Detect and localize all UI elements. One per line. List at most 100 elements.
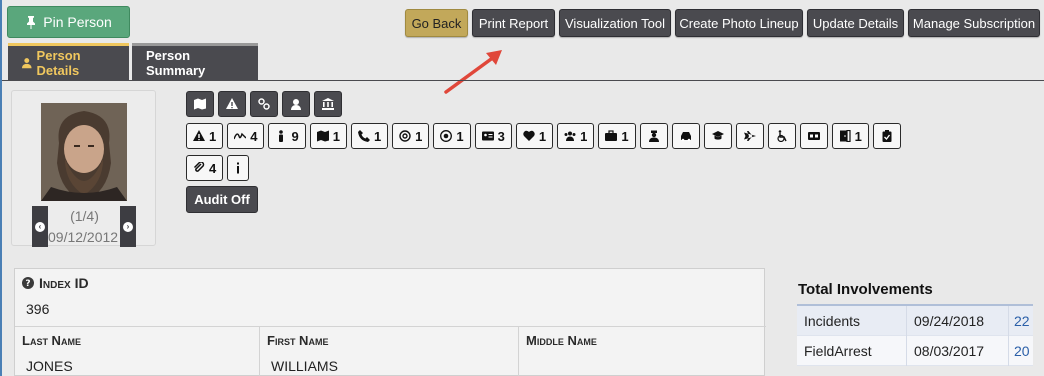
- pin-person-label: Pin Person: [43, 14, 112, 30]
- target-button[interactable]: 1: [433, 123, 471, 149]
- wheelchair-button[interactable]: [767, 123, 796, 149]
- tab-person-summary[interactable]: Person Summary: [132, 43, 258, 80]
- person-photo-image: [41, 103, 127, 201]
- icon-bar-main: 1 4 9 1 1 1 1 3 1 1 1 1: [186, 123, 901, 149]
- car-button[interactable]: [671, 123, 700, 149]
- icon-count: 9: [291, 128, 299, 144]
- phone-button[interactable]: 1: [350, 123, 389, 149]
- annotation-arrow: [444, 50, 502, 94]
- left-frame-border: [0, 0, 2, 376]
- group-icon: [564, 131, 576, 141]
- icon-count: 1: [854, 128, 862, 144]
- wheelchair-icon: [776, 130, 787, 142]
- tab-person-summary-label: Person Summary: [146, 48, 206, 78]
- link-icon: [258, 98, 270, 110]
- icon-count: 1: [580, 128, 588, 144]
- user-icon: [22, 58, 32, 69]
- briefcase-button[interactable]: 1: [598, 123, 636, 149]
- update-details-button[interactable]: Update Details: [807, 9, 904, 37]
- icon-count: 1: [373, 128, 382, 144]
- id-card-icon: [481, 131, 494, 141]
- index-id-value: 396: [26, 301, 50, 317]
- paperclip-icon: [193, 162, 205, 172]
- involvements-table: Incidents 09/24/2018 22 FieldArrest 08/0…: [797, 304, 1033, 366]
- table-row[interactable]: Incidents 09/24/2018 22: [797, 305, 1033, 336]
- link-button[interactable]: [250, 91, 278, 117]
- language-button[interactable]: [799, 123, 828, 149]
- heart-icon: [523, 130, 535, 141]
- language-icon: [807, 132, 820, 140]
- photo-date: 09/12/2012: [48, 229, 119, 245]
- signature-button[interactable]: 4: [227, 123, 265, 149]
- middle-name-label: Middle Name: [526, 333, 597, 348]
- involvement-count-link[interactable]: 22: [1009, 313, 1033, 329]
- icon-count: 1: [209, 128, 217, 144]
- door-button[interactable]: 1: [831, 123, 869, 149]
- bank-button[interactable]: [314, 91, 342, 117]
- first-name-value: WILLIAMS: [271, 358, 338, 374]
- id-card-button[interactable]: 3: [474, 123, 512, 149]
- icon-count: 3: [497, 128, 505, 144]
- plane-icon: [743, 131, 756, 141]
- svg-text:?: ?: [25, 279, 30, 289]
- at-button[interactable]: 1: [392, 123, 430, 149]
- photo-card: ‹ › (1/4) 09/12/2012: [11, 90, 156, 247]
- visualization-tool-button[interactable]: Visualization Tool: [559, 9, 671, 37]
- tab-underline: [2, 80, 1044, 81]
- tab-person-details[interactable]: Person Details: [8, 43, 129, 80]
- graduation-cap-icon: [711, 131, 724, 140]
- icon-count: 1: [621, 128, 629, 144]
- print-report-button[interactable]: Print Report: [472, 9, 555, 37]
- info-icon: [237, 162, 240, 174]
- index-id-label: ? Index ID: [22, 275, 89, 291]
- attachments-button[interactable]: 4: [186, 155, 224, 181]
- icon-bar-bottom: 4: [186, 155, 250, 181]
- graduation-cap-button[interactable]: [703, 123, 732, 149]
- go-back-button[interactable]: Go Back: [405, 9, 468, 37]
- last-name-label: Last Name: [22, 333, 81, 348]
- car-icon: [680, 132, 691, 142]
- person-details-panel: ? Index ID 396 Last Name JONES First Nam…: [14, 268, 766, 376]
- icon-count: 1: [415, 128, 423, 144]
- first-name-label: First Name: [267, 333, 329, 348]
- table-row[interactable]: FieldArrest 08/03/2017 20: [797, 335, 1033, 366]
- involvement-count-link[interactable]: 20: [1009, 343, 1033, 359]
- officer-button[interactable]: [639, 123, 668, 149]
- bank-icon: [322, 98, 334, 110]
- pin-person-button[interactable]: Pin Person: [7, 6, 130, 38]
- audit-toggle-button[interactable]: Audit Off: [186, 186, 258, 213]
- name-row: Last Name JONES First Name WILLIAMS Midd…: [15, 326, 766, 376]
- user-secret-button[interactable]: [282, 91, 310, 117]
- middle-name-field: Middle Name: [519, 327, 766, 376]
- involvement-date: 09/24/2018: [907, 305, 1009, 336]
- attachments-count: 4: [209, 160, 217, 176]
- manage-subscription-button[interactable]: Manage Subscription: [908, 9, 1040, 37]
- total-involvements-title: Total Involvements: [798, 281, 933, 298]
- plane-button[interactable]: [735, 123, 764, 149]
- tab-bar: Person Details Person Summary: [8, 43, 258, 80]
- icon-count: 1: [456, 128, 464, 144]
- warning-icon: [193, 130, 205, 141]
- warning-icon: [226, 98, 238, 109]
- officer-icon: [648, 130, 659, 142]
- map-icon: [316, 130, 329, 142]
- group-button[interactable]: 1: [557, 123, 595, 149]
- involvement-type: FieldArrest: [797, 335, 907, 366]
- info-button[interactable]: [227, 155, 250, 181]
- warning-button[interactable]: [218, 91, 246, 117]
- map-button[interactable]: [186, 91, 214, 117]
- person-photo[interactable]: [41, 103, 127, 201]
- involvement-date: 08/03/2017: [907, 335, 1009, 366]
- target-icon: [440, 130, 453, 142]
- heart-button[interactable]: 1: [515, 123, 554, 149]
- person-button[interactable]: 9: [268, 123, 306, 149]
- map-button[interactable]: 1: [309, 123, 347, 149]
- phone-icon: [357, 130, 370, 142]
- warning-button[interactable]: 1: [186, 123, 224, 149]
- last-name-value: JONES: [26, 358, 73, 374]
- question-circle-icon[interactable]: ?: [22, 277, 34, 289]
- create-photo-lineup-button[interactable]: Create Photo Lineup: [675, 9, 803, 37]
- last-name-field: Last Name JONES: [15, 327, 260, 376]
- clipboard-button[interactable]: [872, 123, 901, 149]
- pin-icon: [27, 16, 36, 29]
